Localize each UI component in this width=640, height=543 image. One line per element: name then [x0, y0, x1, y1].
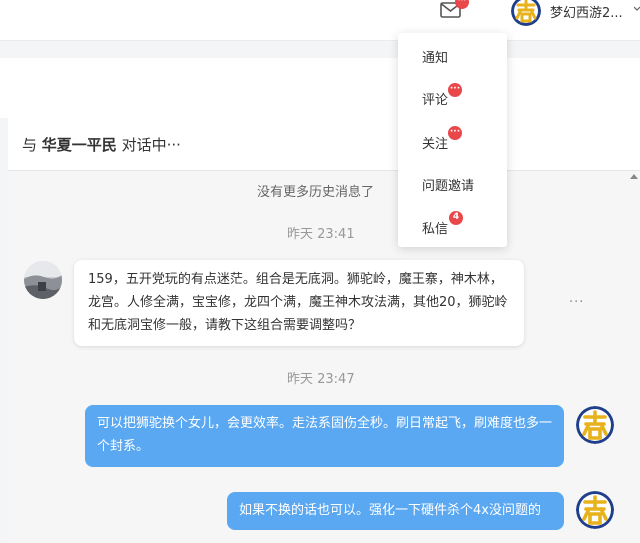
no-more-history: 没有更多历史消息了 — [257, 185, 375, 200]
sub-header — [0, 58, 640, 118]
scroll-up-arrow[interactable] — [630, 174, 638, 179]
timestamp: 昨天 23:47 — [287, 372, 355, 387]
conversation-panel: 与 华夏一平民 对话中··· 没有更多历史消息了 昨天 23:41 159，五开… — [8, 118, 640, 543]
partner-avatar[interactable] — [24, 261, 62, 299]
more-options-icon[interactable]: ··· — [569, 295, 584, 310]
top-navbar: ··· 梦幻西游2... — [0, 0, 640, 41]
mail-badge: ··· — [455, 0, 469, 9]
title-suffix: 对话中··· — [121, 136, 181, 154]
dropdown-item-invites[interactable]: 问题邀请 — [422, 175, 474, 194]
messages-badge: 4 — [449, 211, 463, 225]
incoming-message: 159，五开党玩的有点迷茫。组合是无底洞。狮驼岭，魔王寨，神木林，龙宫。人修全满… — [74, 260, 524, 346]
timestamp: 昨天 23:41 — [287, 227, 355, 242]
user-avatar[interactable] — [511, 0, 541, 26]
outgoing-message: 如果不换的话也可以。强化一下硬件杀个4x没问题的 — [227, 492, 564, 530]
user-avatar[interactable] — [576, 406, 614, 444]
follow-badge: ··· — [448, 126, 462, 140]
dropdown-item-notice[interactable]: 通知 — [422, 47, 448, 66]
title-prefix: 与 — [22, 136, 38, 154]
outgoing-message: 可以把狮驼换个女儿，会更效率。走法系固伤全秒。刷日常起飞，刷难度也多一个封系。 — [85, 405, 564, 467]
comment-badge: ··· — [448, 83, 462, 97]
conversation-title: 与 华夏一平民 对话中··· — [22, 134, 181, 155]
conversation-header: 与 华夏一平民 对话中··· — [8, 118, 640, 171]
dropdown-item-messages[interactable]: 私信 — [422, 218, 448, 237]
caret-down-icon[interactable] — [634, 6, 640, 12]
dropdown-item-comment[interactable]: 评论 — [422, 89, 448, 108]
user-avatar[interactable] — [576, 491, 614, 529]
username[interactable]: 梦幻西游2... — [550, 2, 623, 21]
notification-dropdown: 通知 评论 ··· 关注 ··· 问题邀请 私信 4 — [398, 33, 507, 247]
dropdown-item-follow[interactable]: 关注 — [422, 133, 448, 152]
partner-name[interactable]: 华夏一平民 — [42, 136, 117, 154]
